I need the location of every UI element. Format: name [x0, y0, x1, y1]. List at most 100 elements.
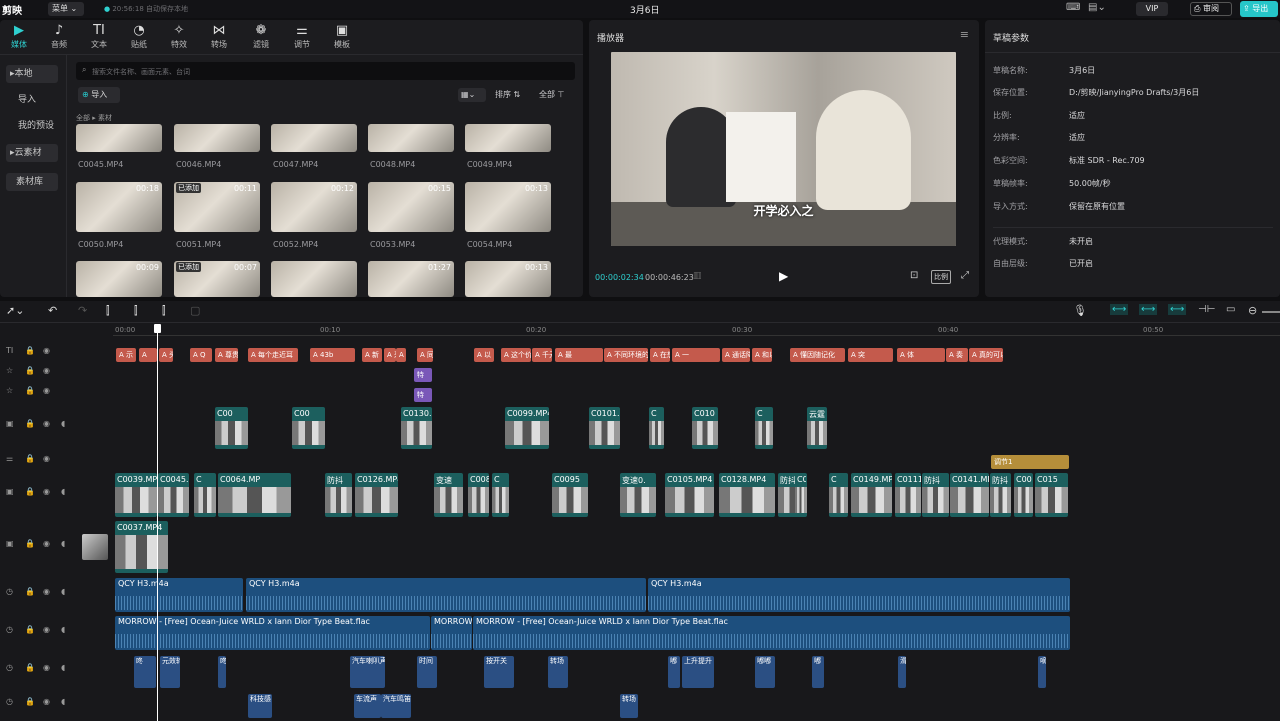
adjust-clip[interactable]: 调节1: [991, 455, 1069, 469]
undo-icon[interactable]: ↶: [48, 304, 57, 317]
media-thumbnail[interactable]: 00:13: [465, 182, 551, 232]
text-clip[interactable]: A 这个价位: [501, 348, 531, 362]
media-thumbnail[interactable]: [465, 124, 551, 152]
text-clip[interactable]: A 采: [384, 348, 396, 362]
sidebar-item-presets[interactable]: 我的预设: [6, 117, 58, 135]
split-icon[interactable]: ⫿: [106, 304, 110, 318]
media-thumbnail[interactable]: 00:12: [271, 182, 357, 232]
text-clip[interactable]: A: [139, 348, 157, 362]
main-video-clip[interactable]: 防抖: [922, 473, 949, 517]
text-clip[interactable]: A 通话降噪的: [722, 348, 750, 362]
main-video-clip[interactable]: C0141.MP4: [950, 473, 989, 517]
tab-adjust[interactable]: ⚌ 调节: [285, 23, 319, 50]
audio-clip[interactable]: QCY H3.m4a: [115, 578, 243, 612]
zoom-out-icon[interactable]: ⊖: [1248, 304, 1257, 317]
text-clip[interactable]: A 懂因随记化: [790, 348, 845, 362]
overlay-video-clip[interactable]: C00: [215, 407, 248, 449]
main-video-clip[interactable]: C0: [795, 473, 806, 517]
text-clip[interactable]: A 最: [555, 348, 603, 362]
text-clip[interactable]: A 每个走近耳: [248, 348, 298, 362]
media-thumbnail[interactable]: 00:13: [465, 261, 551, 297]
media-thumbnail[interactable]: 01:27: [368, 261, 454, 297]
main-video-clip[interactable]: C0126.MP4: [355, 473, 398, 517]
main-video-clip[interactable]: 变速: [434, 473, 463, 517]
sidebar-item-local[interactable]: ▸本地: [6, 65, 58, 83]
sound-effect-clip[interactable]: 元效转: [160, 656, 180, 688]
tab-filter[interactable]: ❁ 滤镜: [244, 23, 278, 50]
fullscreen-detect-icon[interactable]: ⊡: [910, 270, 918, 281]
lock-icon[interactable]: 🔒: [25, 419, 35, 428]
text-clip[interactable]: A 真的可以说: [969, 348, 1003, 362]
main-video-clip[interactable]: C0105.MP4: [665, 473, 714, 517]
sound-effect-clip[interactable]: 滑: [898, 656, 906, 688]
text-clip[interactable]: A 示: [116, 348, 136, 362]
overlay-video-clip[interactable]: C0101.M: [589, 407, 620, 449]
volume-icon[interactable]: ◖: [61, 419, 65, 428]
text-clip[interactable]: A 突: [848, 348, 893, 362]
import-button[interactable]: ⊕ 导入: [78, 87, 120, 103]
lock-icon[interactable]: 🔒: [25, 625, 35, 634]
main-video-clip[interactable]: C00: [1014, 473, 1033, 517]
sound-effect-clip[interactable]: 嘟: [668, 656, 680, 688]
media-thumbnail[interactable]: [271, 124, 357, 152]
tab-effect[interactable]: ✧ 特效: [162, 23, 196, 50]
lock-icon[interactable]: 🔒: [25, 386, 35, 395]
lock-icon[interactable]: 🔒: [25, 697, 35, 706]
overlay-video-clip[interactable]: 云霆: [807, 407, 827, 449]
sound-effect-clip[interactable]: 汽车喇叭声: [350, 656, 385, 688]
main-track-magnet-icon[interactable]: ⟷: [1110, 304, 1129, 315]
media-thumbnail[interactable]: 00:09: [76, 261, 162, 297]
media-thumbnail[interactable]: 00:11 已添加: [174, 182, 260, 232]
text-clip[interactable]: A Q: [190, 348, 212, 362]
main-video-clip[interactable]: C0149.MP4: [851, 473, 892, 517]
overlay-video-clip[interactable]: C010: [692, 407, 718, 449]
text-clip[interactable]: A 头: [159, 348, 173, 362]
eye-icon[interactable]: ◉: [43, 487, 50, 496]
media-thumbnail[interactable]: [174, 124, 260, 152]
lock-icon[interactable]: 🔒: [25, 454, 35, 463]
text-clip[interactable]: A 以: [474, 348, 494, 362]
select-tool-icon[interactable]: ➚⌄: [6, 304, 24, 317]
sound-effect-clip[interactable]: 科技感: [248, 694, 272, 718]
vip-button[interactable]: VIP: [1136, 2, 1168, 16]
comment-icon[interactable]: ▭: [1226, 304, 1235, 315]
media-thumbnail[interactable]: [76, 124, 162, 152]
main-video-clip[interactable]: 变速0.: [620, 473, 656, 517]
redo-icon[interactable]: ↷: [78, 304, 87, 317]
tab-template[interactable]: ▣ 模板: [325, 23, 359, 50]
effect-clip[interactable]: 特: [414, 388, 432, 402]
tab-media[interactable]: ▶ 媒体: [2, 23, 36, 50]
sound-effect-clip[interactable]: 按开关: [484, 656, 514, 688]
audio-clip[interactable]: QCY H3.m4a: [246, 578, 646, 612]
sound-effect-clip[interactable]: 嘀: [1038, 656, 1046, 688]
sidebar-item-import[interactable]: 导入: [6, 91, 58, 109]
tab-text[interactable]: TI 文本: [82, 23, 116, 50]
layout-icon[interactable]: ▤⌄: [1088, 2, 1106, 13]
text-clip[interactable]: A 千元耳机: [532, 348, 552, 362]
tab-sticker[interactable]: ◔ 贴纸: [122, 23, 156, 50]
main-video-clip[interactable]: 防抖: [325, 473, 352, 517]
lock-icon[interactable]: 🔒: [25, 663, 35, 672]
export-button[interactable]: ⇪ 导出: [1240, 1, 1278, 17]
lock-icon[interactable]: 🔒: [25, 346, 35, 355]
text-clip[interactable]: A 体: [897, 348, 945, 362]
lock-icon[interactable]: 🔒: [25, 487, 35, 496]
text-clip[interactable]: A: [396, 348, 406, 362]
playhead-handle[interactable]: [154, 324, 161, 333]
video-preview[interactable]: 开学必入之: [611, 52, 956, 246]
eye-icon[interactable]: ◉: [43, 697, 50, 706]
sound-effect-clip[interactable]: 车流声: [354, 694, 381, 718]
eye-icon[interactable]: ◉: [43, 366, 50, 375]
eye-icon[interactable]: ◉: [43, 419, 50, 428]
sound-effect-clip[interactable]: 咚: [218, 656, 226, 688]
lock-icon[interactable]: 🔒: [25, 366, 35, 375]
media-thumbnail[interactable]: [271, 261, 357, 297]
eye-icon[interactable]: ◉: [43, 663, 50, 672]
sound-effect-clip[interactable]: 转场: [620, 694, 638, 718]
eye-icon[interactable]: ◉: [43, 587, 50, 596]
zoom-slider[interactable]: [1262, 311, 1280, 313]
overlay-video-clip[interactable]: C: [649, 407, 664, 449]
volume-icon[interactable]: ◖: [61, 625, 65, 634]
overlay-video-clip[interactable]: C0130.M: [401, 407, 432, 449]
eye-icon[interactable]: ◉: [43, 346, 50, 355]
